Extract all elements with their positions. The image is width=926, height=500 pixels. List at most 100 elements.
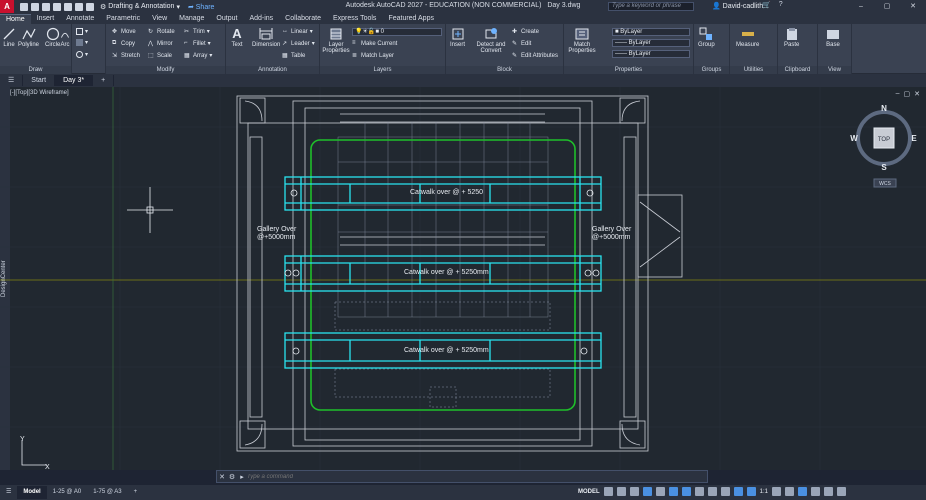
cart-icon[interactable]: 🛒 bbox=[762, 1, 771, 9]
units-icon[interactable] bbox=[785, 487, 795, 496]
group-button[interactable]: Group bbox=[698, 27, 715, 48]
ellipse-tool[interactable]: ▾ bbox=[76, 51, 88, 58]
close-button[interactable]: ✕ bbox=[900, 0, 926, 13]
hatch-tool[interactable]: ▾ bbox=[76, 39, 88, 46]
user-account[interactable]: 👤 David-cadlith... bbox=[712, 2, 769, 10]
block-panel-title[interactable]: Block bbox=[446, 66, 563, 74]
isolate-objects-icon[interactable] bbox=[798, 487, 808, 496]
utilities-panel-title[interactable]: Utilities bbox=[730, 66, 777, 74]
share-button[interactable]: ➦ Share bbox=[188, 3, 215, 11]
tab-output[interactable]: Output bbox=[210, 14, 243, 24]
tab-add-ins[interactable]: Add-ins bbox=[243, 14, 279, 24]
customization-menu-icon[interactable] bbox=[837, 487, 847, 496]
paste-button[interactable]: Paste bbox=[784, 27, 799, 48]
polyline-button[interactable]: Polyline bbox=[18, 27, 39, 48]
save-icon[interactable] bbox=[42, 2, 50, 11]
new-icon[interactable] bbox=[20, 2, 28, 11]
layer-select[interactable]: 💡☀🔓■ 0 bbox=[352, 28, 442, 36]
table-button[interactable]: ▦ Table bbox=[282, 52, 305, 60]
match-properties-button[interactable]: Match Properties bbox=[568, 27, 596, 54]
tab-annotate[interactable]: Annotate bbox=[60, 14, 100, 24]
redo-icon[interactable] bbox=[86, 2, 94, 11]
tab-home[interactable]: Home bbox=[0, 14, 31, 24]
grid-toggle-icon[interactable] bbox=[603, 487, 613, 496]
snap-toggle-icon[interactable] bbox=[616, 487, 626, 496]
copy-button[interactable]: ⧉ Copy bbox=[112, 40, 135, 47]
linetype-select[interactable]: —— ByLayer bbox=[612, 39, 690, 47]
modify-panel-title[interactable]: Modify bbox=[106, 66, 225, 74]
line-button[interactable]: Line bbox=[2, 27, 16, 48]
object-snap-tracking-icon[interactable] bbox=[668, 487, 678, 496]
add-layout-button[interactable]: + bbox=[128, 486, 144, 499]
create-block-button[interactable]: ✚ Create bbox=[512, 28, 539, 36]
restore-button[interactable]: ▢ bbox=[874, 0, 900, 13]
scale-button[interactable]: ⬚ Scale bbox=[148, 52, 172, 60]
move-button[interactable]: ✥ Move bbox=[112, 28, 136, 36]
print-icon[interactable] bbox=[64, 2, 72, 11]
close-command-icon[interactable]: ✕ bbox=[217, 473, 227, 481]
view-panel-title[interactable]: View bbox=[818, 66, 851, 74]
annotation-visibility-icon[interactable] bbox=[733, 487, 743, 496]
help-icon[interactable]: ? bbox=[779, 1, 783, 9]
layer-properties-button[interactable]: Layer Properties bbox=[322, 27, 350, 54]
match-layer-button[interactable]: ≣ Match Layer bbox=[352, 52, 394, 60]
stretch-button[interactable]: ⇲ Stretch bbox=[112, 52, 140, 60]
draw-panel-title[interactable]: Draw bbox=[0, 66, 71, 74]
clean-screen-icon[interactable] bbox=[824, 487, 834, 496]
tab-start[interactable]: Start bbox=[23, 75, 56, 86]
annotation-scale[interactable]: 1:1 bbox=[760, 489, 768, 495]
rectangle-tool[interactable]: ▾ bbox=[76, 28, 88, 35]
measure-button[interactable]: Measure bbox=[736, 27, 759, 48]
groups-panel-title[interactable]: Groups bbox=[694, 66, 729, 74]
minimize-button[interactable]: – bbox=[848, 0, 874, 13]
undo-icon[interactable] bbox=[75, 2, 83, 11]
autoscale-icon[interactable] bbox=[746, 487, 756, 496]
text-button[interactable]: A Text bbox=[230, 27, 244, 49]
properties-panel-title[interactable]: Properties bbox=[564, 66, 693, 74]
save-as-icon[interactable] bbox=[53, 2, 61, 11]
circle-button[interactable]: Circle bbox=[45, 27, 60, 48]
base-button[interactable]: Base bbox=[826, 27, 840, 48]
workspace-switch-icon[interactable] bbox=[772, 487, 782, 496]
compass-east[interactable]: E bbox=[911, 134, 917, 143]
model-space-toggle[interactable]: MODEL bbox=[578, 489, 600, 495]
ortho-toggle-icon[interactable] bbox=[629, 487, 639, 496]
compass-north[interactable]: N bbox=[881, 105, 887, 113]
linear-button[interactable]: ↔ Linear ▾ bbox=[282, 28, 313, 35]
app-menu-button[interactable]: A bbox=[0, 0, 14, 13]
tab-express-tools[interactable]: Express Tools bbox=[327, 14, 382, 24]
transparency-icon[interactable] bbox=[707, 487, 717, 496]
layout-tab-1-25[interactable]: 1-25 @ A0 bbox=[47, 486, 87, 499]
layers-panel-title[interactable]: Layers bbox=[320, 66, 445, 74]
compass-south[interactable]: S bbox=[881, 163, 887, 172]
trim-button[interactable]: ✂ Trim ▾ bbox=[184, 28, 210, 36]
dimension-button[interactable]: Dimension bbox=[252, 27, 280, 48]
mirror-button[interactable]: ⋀ Mirror bbox=[148, 40, 173, 48]
command-settings-icon[interactable]: ⚙ bbox=[227, 473, 237, 481]
drawing-area[interactable]: DesignCenter [-][Top][3D Wireframe] – ▢ … bbox=[0, 87, 926, 470]
edit-attributes-button[interactable]: ✎ Edit Attributes bbox=[512, 52, 558, 60]
compass-west[interactable]: W bbox=[850, 134, 858, 143]
arc-button[interactable]: Arc bbox=[60, 27, 70, 48]
lineweight-toggle-icon[interactable] bbox=[694, 487, 704, 496]
fillet-button[interactable]: ⌐ Fillet ▾ bbox=[184, 40, 211, 47]
polar-toggle-icon[interactable] bbox=[642, 487, 652, 496]
search-input[interactable]: Type a keyword or phrase bbox=[608, 2, 694, 11]
rotate-button[interactable]: ↻ Rotate bbox=[148, 28, 175, 36]
object-snap-icon[interactable] bbox=[681, 487, 691, 496]
workspace-select[interactable]: ⚙ Drafting & Annotation ▾ bbox=[100, 3, 180, 11]
insert-button[interactable]: Insert bbox=[450, 27, 465, 48]
layout-tab-1-75[interactable]: 1-75 @ A3 bbox=[87, 486, 127, 499]
tab-featured-apps[interactable]: Featured Apps bbox=[382, 14, 440, 24]
command-input[interactable] bbox=[247, 473, 677, 480]
clipboard-panel-title[interactable]: Clipboard bbox=[778, 66, 817, 74]
make-current-button[interactable]: ≡ Make Current bbox=[352, 40, 397, 47]
hardware-acceleration-icon[interactable] bbox=[811, 487, 821, 496]
new-tab-button[interactable]: + bbox=[93, 75, 115, 86]
layouts-menu-icon[interactable]: ☰ bbox=[0, 486, 17, 499]
color-select[interactable]: ■ ByLayer bbox=[612, 28, 690, 36]
detect-convert-button[interactable]: Detect and Convert bbox=[474, 27, 508, 54]
tab-day3[interactable]: Day 3* bbox=[55, 75, 94, 86]
selection-cycling-icon[interactable] bbox=[720, 487, 730, 496]
tab-insert[interactable]: Insert bbox=[31, 14, 61, 24]
